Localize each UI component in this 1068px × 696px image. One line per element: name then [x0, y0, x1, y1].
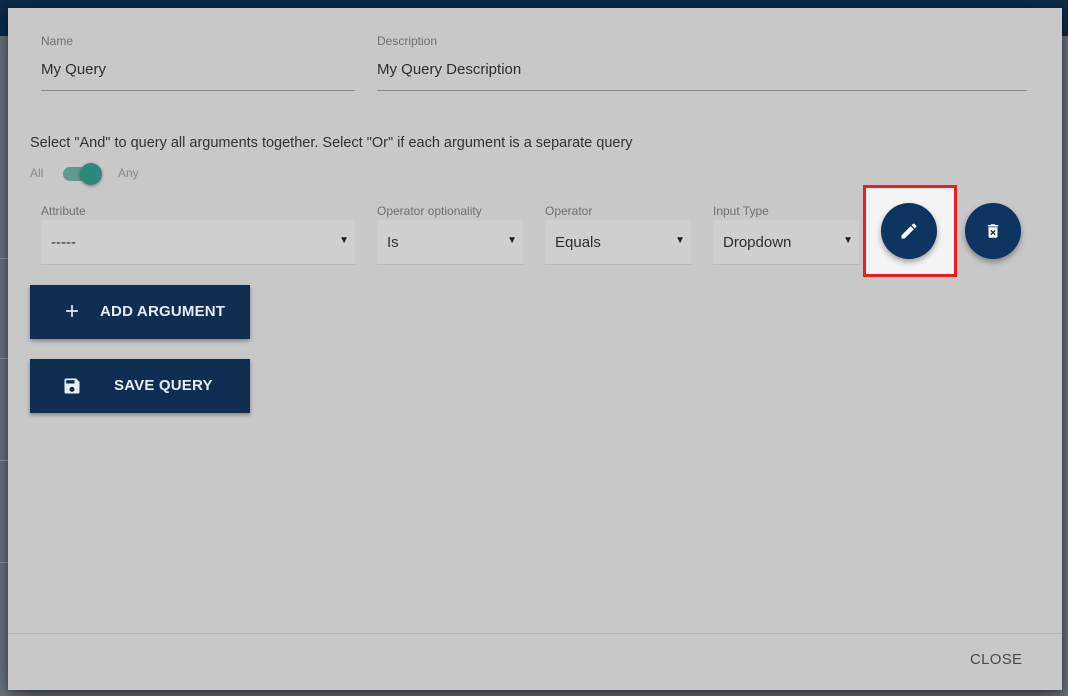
input-type-select[interactable]: Dropdown ▼ — [713, 220, 859, 265]
floppy-disk-icon — [62, 376, 82, 396]
operator-optionality-select-value: Is — [387, 234, 399, 251]
add-argument-button[interactable]: ADD ARGUMENT — [30, 285, 250, 339]
name-field-label: Name — [41, 34, 74, 48]
background-divider — [0, 358, 8, 359]
toggle-label-all: All — [30, 166, 44, 180]
name-field-underline — [41, 90, 355, 91]
operator-select[interactable]: Equals ▼ — [545, 220, 691, 265]
description-field-label: Description — [377, 34, 438, 48]
dropdown-arrow-icon: ▼ — [507, 235, 517, 246]
pencil-icon — [901, 223, 917, 239]
operator-optionality-label: Operator optionality — [377, 204, 482, 218]
trash-icon — [987, 224, 999, 238]
input-type-label: Input Type — [713, 204, 769, 218]
dropdown-arrow-icon: ▼ — [675, 235, 685, 246]
save-query-button[interactable]: SAVE QUERY — [30, 359, 250, 413]
query-editor-dialog: Name My Query Description My Query Descr… — [8, 8, 1062, 690]
attribute-label: Attribute — [41, 204, 86, 218]
dropdown-arrow-icon: ▼ — [339, 235, 349, 246]
add-argument-label: ADD ARGUMENT — [100, 303, 226, 320]
background-divider — [0, 460, 8, 461]
and-or-hint-text: Select "And" to query all arguments toge… — [30, 135, 633, 151]
dropdown-arrow-icon: ▼ — [843, 235, 853, 246]
plus-icon — [62, 301, 82, 321]
description-field-underline — [377, 90, 1027, 91]
toggle-label-any: Any — [118, 166, 139, 180]
attribute-select[interactable]: ----- ▼ — [41, 220, 355, 265]
description-field[interactable]: My Query Description — [377, 61, 521, 78]
dialog-footer-divider — [8, 633, 1062, 634]
close-button[interactable]: CLOSE — [970, 651, 1022, 668]
attribute-select-value: ----- — [51, 234, 76, 251]
background-divider — [0, 258, 8, 259]
input-type-select-value: Dropdown — [723, 234, 792, 251]
operator-select-value: Equals — [555, 234, 601, 251]
delete-argument-button[interactable] — [965, 203, 1021, 259]
background-divider — [0, 562, 8, 563]
toggle-thumb[interactable] — [80, 163, 102, 185]
edit-argument-button[interactable] — [881, 203, 937, 259]
name-field[interactable]: My Query — [41, 61, 106, 78]
save-query-label: SAVE QUERY — [114, 377, 213, 394]
operator-optionality-select[interactable]: Is ▼ — [377, 220, 523, 265]
operator-label: Operator — [545, 204, 593, 218]
